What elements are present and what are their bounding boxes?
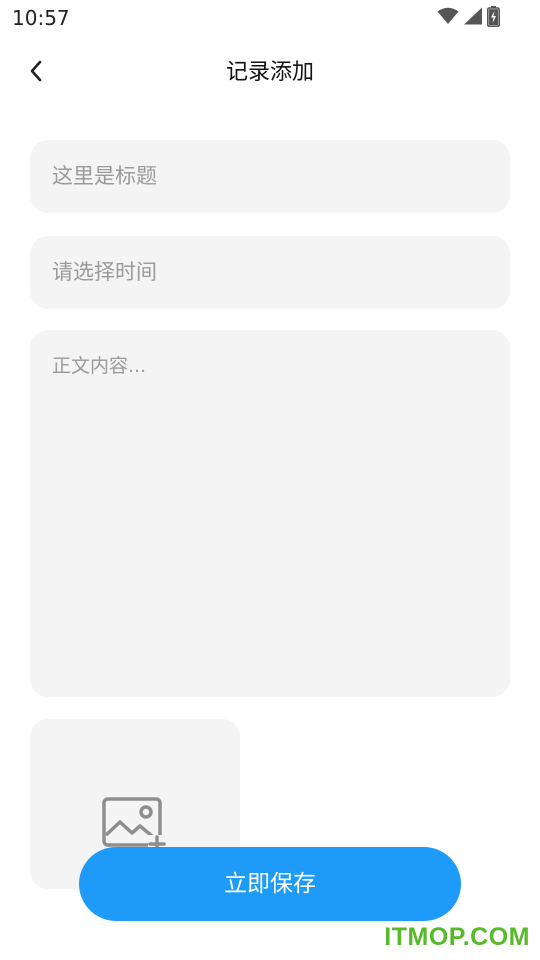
save-button[interactable]: 立即保存: [79, 847, 461, 921]
page-title: 记录添加: [225, 60, 314, 85]
body-placeholder: 正文内容...: [52, 355, 147, 377]
title-placeholder: 这里是标题: [52, 164, 157, 188]
title-input[interactable]: 这里是标题: [30, 140, 510, 213]
status-icons: [437, 5, 500, 31]
body-textarea[interactable]: 正文内容...: [30, 330, 510, 697]
chevron-left-icon: [28, 59, 44, 87]
status-time: 10:57: [12, 6, 70, 30]
battery-charging-icon: [487, 5, 500, 31]
wifi-icon: [437, 7, 459, 29]
time-placeholder: 请选择时间: [52, 260, 157, 284]
status-bar: 10:57: [0, 0, 540, 36]
time-picker-field[interactable]: 请选择时间: [30, 236, 510, 309]
back-button[interactable]: [20, 56, 52, 90]
watermark-logo: ITMOP.COM: [384, 923, 530, 951]
signal-icon: [463, 7, 483, 29]
record-add-screen: 10:57 记录添加 这里是标题 请选择时间 正文内容... 立即保存 ITMO…: [0, 0, 540, 960]
add-image-icon: [102, 797, 166, 853]
